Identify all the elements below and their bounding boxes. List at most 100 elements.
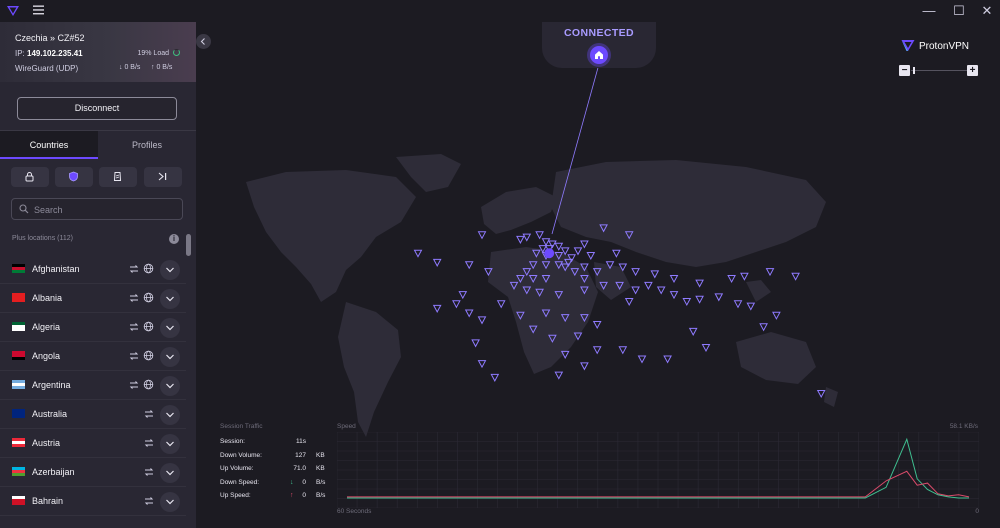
server-marker-icon[interactable] xyxy=(637,355,647,364)
server-marker-icon[interactable] xyxy=(458,291,468,300)
server-marker-icon[interactable] xyxy=(573,247,583,256)
server-marker-icon[interactable] xyxy=(548,240,557,249)
list-scrollbar[interactable] xyxy=(186,234,191,256)
server-marker-icon[interactable] xyxy=(759,323,768,332)
server-marker-icon[interactable] xyxy=(452,300,461,309)
title-bar: — ☐ ✕ xyxy=(0,0,1000,22)
country-row[interactable]: Afghanistan xyxy=(0,255,186,284)
server-marker-icon[interactable] xyxy=(413,249,423,258)
server-marker-icon[interactable] xyxy=(656,286,666,295)
expand-country-button[interactable] xyxy=(160,492,180,512)
server-marker-icon[interactable] xyxy=(663,355,672,364)
country-row[interactable]: Albania xyxy=(0,284,186,313)
server-marker-icon[interactable] xyxy=(695,295,704,304)
zoom-track[interactable] xyxy=(911,70,967,71)
server-marker-icon[interactable] xyxy=(554,242,564,251)
close-button[interactable]: ✕ xyxy=(978,2,996,20)
disconnect-button[interactable]: Disconnect xyxy=(17,97,177,120)
stat-label: Up Speed: xyxy=(220,492,251,499)
filter-lock-button[interactable] xyxy=(11,167,49,187)
server-marker-icon[interactable] xyxy=(580,240,589,249)
server-marker-icon[interactable] xyxy=(471,339,480,348)
server-marker-icon[interactable] xyxy=(714,293,724,302)
minimize-button[interactable]: — xyxy=(920,2,938,20)
server-marker-icon[interactable] xyxy=(631,286,640,295)
connection-info-panel: Czechia » CZ#52 IP: 149.102.235.41 19% L… xyxy=(0,22,196,82)
server-marker-icon[interactable] xyxy=(701,344,711,353)
server-marker-icon[interactable] xyxy=(765,268,775,277)
search-box xyxy=(11,198,183,220)
server-marker-icon[interactable] xyxy=(464,309,474,318)
server-marker-icon[interactable] xyxy=(816,390,826,399)
server-marker-icon[interactable] xyxy=(580,362,589,371)
server-marker-icon[interactable] xyxy=(592,321,602,330)
expand-country-button[interactable] xyxy=(160,376,180,396)
server-marker-icon[interactable] xyxy=(682,298,692,307)
server-marker-icon[interactable] xyxy=(669,291,679,300)
collapse-sidebar-button[interactable] xyxy=(196,34,211,49)
server-marker-icon[interactable] xyxy=(592,346,602,355)
speed-label: Speed xyxy=(337,423,356,430)
server-marker-icon[interactable] xyxy=(727,275,736,284)
maximize-button[interactable]: ☐ xyxy=(950,2,968,20)
p2p-icon xyxy=(144,497,154,505)
server-marker-icon[interactable] xyxy=(612,249,621,258)
server-marker-icon[interactable] xyxy=(490,373,500,382)
zoom-out-button[interactable]: − xyxy=(899,65,910,76)
country-row[interactable]: Algeria xyxy=(0,313,186,342)
server-marker-icon[interactable] xyxy=(631,268,640,277)
server-marker-icon[interactable] xyxy=(791,272,800,281)
zoom-slider-handle[interactable] xyxy=(913,67,915,74)
server-marker-icon[interactable] xyxy=(669,275,679,284)
server-marker-icon[interactable] xyxy=(554,371,564,380)
world-map[interactable] xyxy=(226,152,866,452)
server-marker-icon[interactable] xyxy=(644,281,653,290)
tab-profiles[interactable]: Profiles xyxy=(98,131,196,159)
filter-p2p-button[interactable] xyxy=(99,167,137,187)
server-marker-icon[interactable] xyxy=(541,238,551,247)
country-row[interactable]: Azerbaijan xyxy=(0,458,186,487)
server-marker-icon[interactable] xyxy=(477,360,487,369)
country-row[interactable]: Angola xyxy=(0,342,186,371)
server-marker-icon[interactable] xyxy=(740,272,749,281)
server-marker-icon[interactable] xyxy=(695,279,704,288)
server-marker-icon[interactable] xyxy=(772,311,781,320)
server-marker-icon[interactable] xyxy=(535,231,544,240)
expand-country-button[interactable] xyxy=(160,405,180,425)
server-marker-icon[interactable] xyxy=(516,235,525,244)
filter-tor-button[interactable] xyxy=(144,167,182,187)
server-marker-icon[interactable] xyxy=(464,261,474,270)
country-row[interactable]: Bahrain xyxy=(0,487,186,516)
server-marker-icon[interactable] xyxy=(746,302,756,311)
country-row[interactable]: Australia xyxy=(0,400,186,429)
server-marker-icon[interactable] xyxy=(688,327,698,336)
hamburger-menu-icon[interactable] xyxy=(33,4,47,18)
server-marker-icon[interactable] xyxy=(650,270,660,279)
server-marker-icon[interactable] xyxy=(432,304,442,313)
connected-server-marker[interactable] xyxy=(544,248,555,259)
server-marker-icon[interactable] xyxy=(477,316,487,325)
server-marker-icon[interactable] xyxy=(496,300,506,309)
expand-country-button[interactable] xyxy=(160,289,180,309)
server-marker-icon[interactable] xyxy=(477,231,487,240)
search-input[interactable] xyxy=(34,202,174,217)
server-marker-icon[interactable] xyxy=(733,300,743,309)
expand-country-button[interactable] xyxy=(160,434,180,454)
home-location-pin[interactable] xyxy=(590,46,608,64)
expand-country-button[interactable] xyxy=(160,347,180,367)
country-row[interactable]: Argentina xyxy=(0,371,186,400)
expand-country-button[interactable] xyxy=(160,260,180,280)
server-marker-icon[interactable] xyxy=(432,258,442,267)
server-marker-icon[interactable] xyxy=(618,346,628,355)
country-row[interactable]: Austria xyxy=(0,429,186,458)
globe-icon xyxy=(143,263,154,274)
zoom-in-button[interactable]: + xyxy=(967,65,978,76)
expand-country-button[interactable] xyxy=(160,318,180,338)
server-marker-icon[interactable] xyxy=(624,298,634,307)
filter-secure-core-button[interactable] xyxy=(55,167,93,187)
server-marker-icon[interactable] xyxy=(522,233,532,242)
tab-countries[interactable]: Countries xyxy=(0,131,98,159)
info-icon[interactable]: i xyxy=(169,234,179,244)
expand-country-button[interactable] xyxy=(160,463,180,483)
server-marker-icon[interactable] xyxy=(586,252,596,261)
